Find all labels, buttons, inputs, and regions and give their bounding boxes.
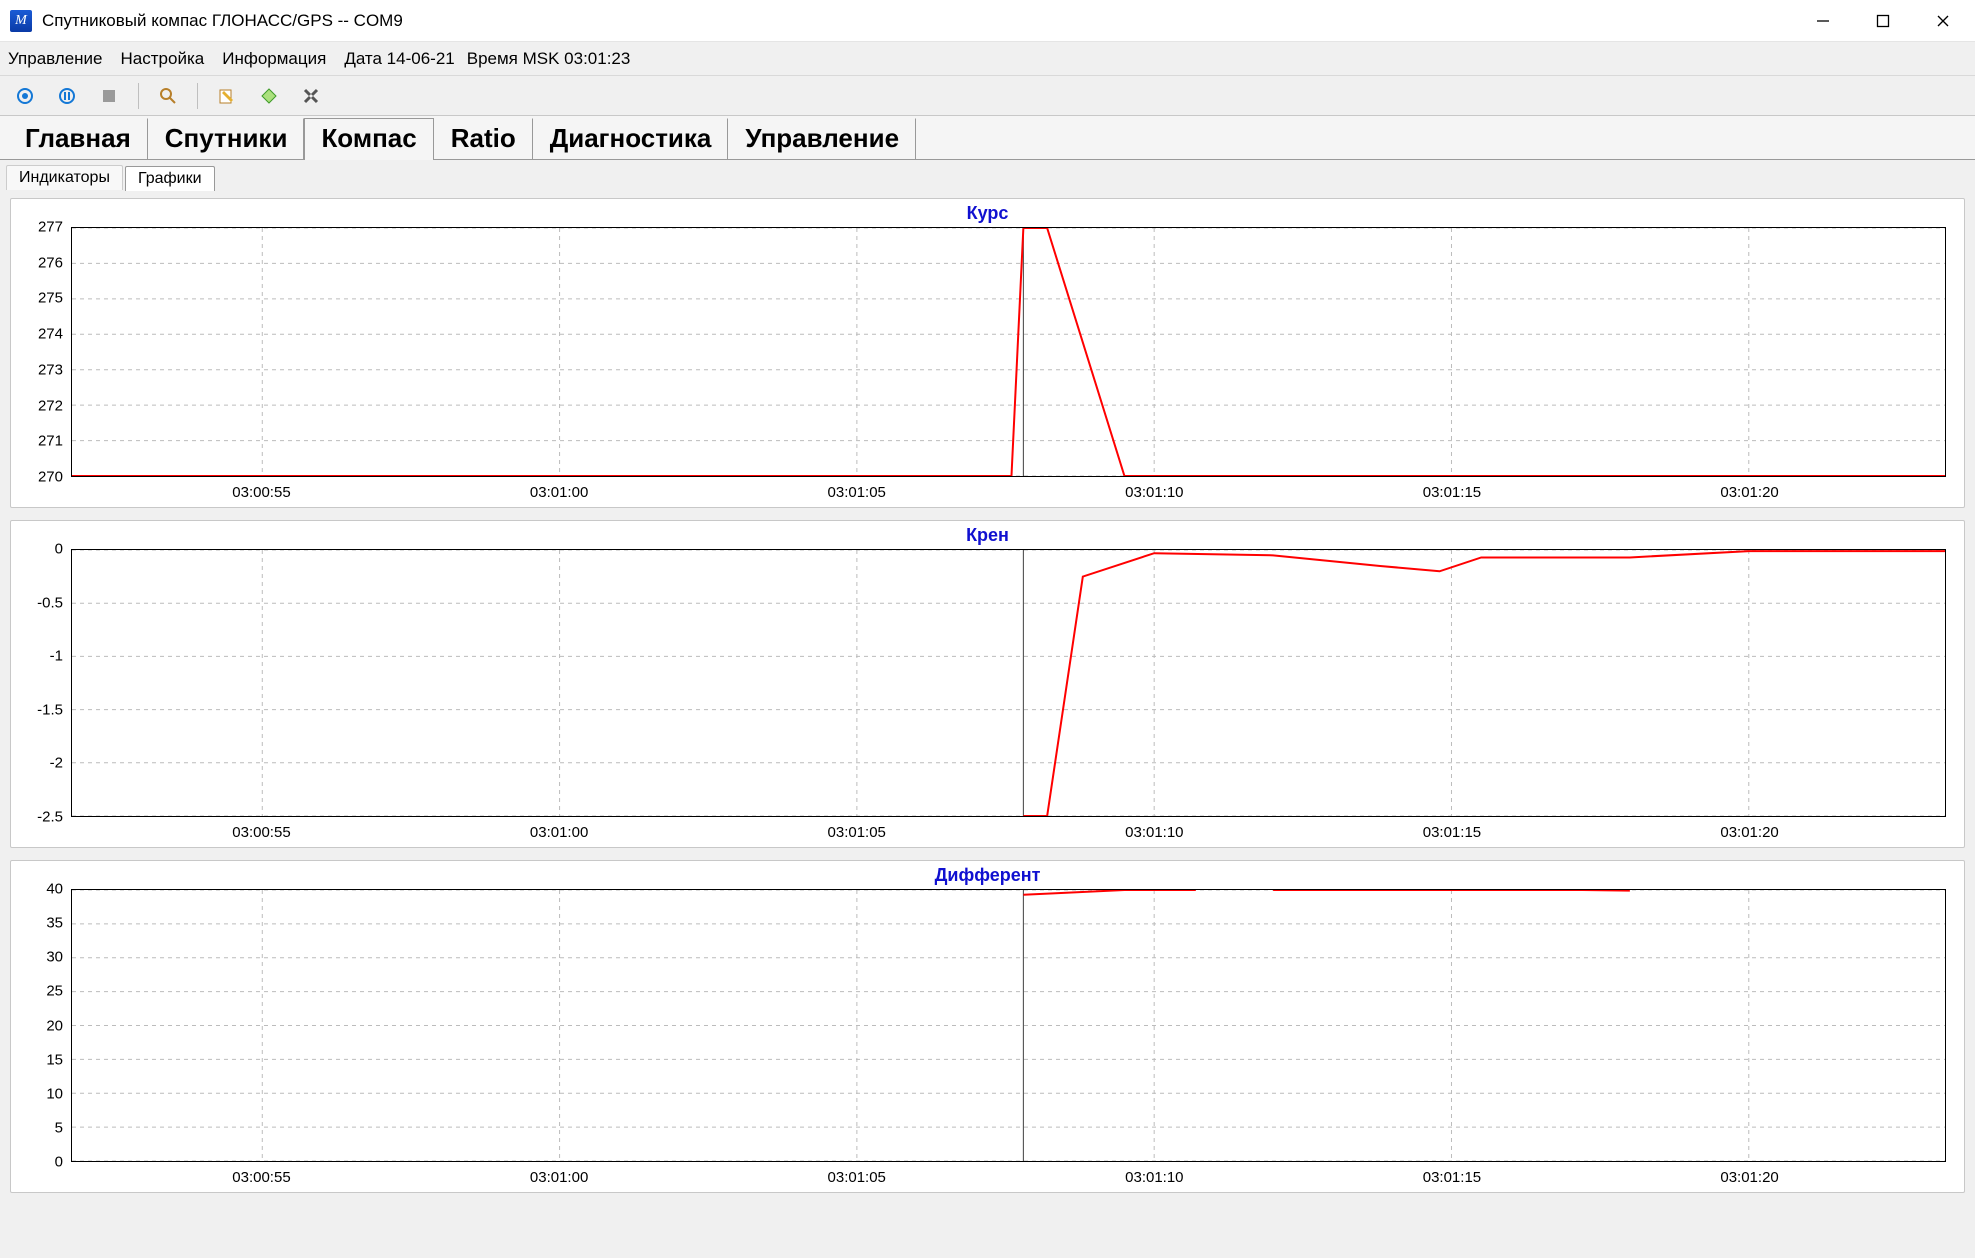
x-tick: 03:01:05 (828, 484, 886, 501)
x-tick: 03:00:55 (232, 484, 290, 501)
x-tick: 03:01:20 (1720, 824, 1778, 841)
menu-item-settings[interactable]: Настройка (121, 49, 205, 69)
chart-panel-2: Дифферент 0 5 10 15 20 25 30 35 40 03:00:55 03:01:0… (10, 860, 1965, 1193)
main-tabs: ГлавнаяСпутникиКомпасRatioДиагностикаУпр… (0, 116, 1975, 160)
main-tab-1[interactable]: Спутники (148, 118, 305, 160)
y-tick: 271 (38, 433, 63, 450)
y-tick: -2 (50, 755, 63, 772)
maximize-button[interactable] (1853, 0, 1913, 42)
y-tick: 270 (38, 469, 63, 486)
menu-item-info[interactable]: Информация (222, 49, 326, 69)
x-tick: 03:01:15 (1423, 1169, 1481, 1186)
minimize-button[interactable] (1793, 0, 1853, 42)
chart-panel-1: Крен-2.5-2-1.5-1-0.5003:00:5503:01:0003:… (10, 520, 1965, 848)
info-button[interactable] (250, 81, 288, 111)
main-tab-5[interactable]: Управление (728, 118, 916, 160)
main-tab-3[interactable]: Ratio (434, 118, 533, 160)
x-tick: 03:01:00 (530, 824, 588, 841)
pause-button[interactable] (48, 81, 86, 111)
x-tick: 03:00:55 (232, 824, 290, 841)
y-tick: 20 (46, 1017, 63, 1034)
main-tab-4[interactable]: Диагностика (533, 118, 729, 160)
x-axis: 03:00:55 03:01:00 03:01:05 03:01:10 03:01:15… (71, 819, 1946, 841)
y-tick: -0.5 (37, 594, 63, 611)
y-tick: 15 (46, 1051, 63, 1068)
x-tick: 03:01:20 (1720, 1169, 1778, 1186)
x-tick: 03:01:05 (828, 824, 886, 841)
y-tick: 0 (55, 541, 63, 558)
plot[interactable] (71, 227, 1946, 477)
plot-area[interactable]: 051015202530354003:00:5503:01:0003:01:05… (71, 889, 1946, 1186)
menu-item-manage[interactable]: Управление (8, 49, 103, 69)
menubar: Управление Настройка Информация Дата 14-… (0, 42, 1975, 76)
y-tick: 275 (38, 290, 63, 307)
plot-area[interactable]: -2.5-2-1.5-1-0.5003:00:5503:01:0003:01:0… (71, 549, 1946, 841)
y-tick: 273 (38, 361, 63, 378)
chart-title: Дифферент (19, 865, 1956, 889)
y-tick: 40 (46, 881, 63, 898)
menu-date: Дата 14-06-21 (344, 49, 454, 69)
x-tick: 03:01:05 (828, 1169, 886, 1186)
sub-tab-1[interactable]: Графики (125, 166, 215, 191)
chart-title: Крен (19, 525, 1956, 549)
titlebar: Спутниковый компас ГЛОНАСС/GPS -- COM9 (0, 0, 1975, 42)
edit-button[interactable] (208, 81, 246, 111)
y-tick: -1 (50, 648, 63, 665)
y-tick: 5 (55, 1119, 63, 1136)
y-tick: 10 (46, 1085, 63, 1102)
x-axis: 03:00:55 03:01:00 03:01:05 03:01:10 03:01:15… (71, 1164, 1946, 1186)
x-tick: 03:01:10 (1125, 824, 1183, 841)
x-tick: 03:01:15 (1423, 824, 1481, 841)
y-tick: 30 (46, 949, 63, 966)
x-tick: 03:01:15 (1423, 484, 1481, 501)
sub-tab-0[interactable]: Индикаторы (6, 165, 123, 190)
charts-area: Курс27027127227327427527627703:00:5503:0… (0, 190, 1975, 1258)
sub-tabs: ИндикаторыГрафики (0, 160, 1975, 190)
x-axis: 03:00:55 03:01:00 03:01:05 03:01:10 03:01:15… (71, 479, 1946, 501)
x-tick: 03:01:10 (1125, 484, 1183, 501)
y-tick: 272 (38, 397, 63, 414)
window-title: Спутниковый компас ГЛОНАСС/GPS -- COM9 (42, 11, 1793, 31)
plot[interactable] (71, 549, 1946, 817)
toolbar-separator (197, 83, 198, 109)
plot-area[interactable]: 27027127227327427527627703:00:5503:01:00… (71, 227, 1946, 501)
chart-panel-0: Курс27027127227327427527627703:00:5503:0… (10, 198, 1965, 508)
y-tick: 35 (46, 915, 63, 932)
stop-button[interactable] (90, 81, 128, 111)
y-axis: 0510152025303540 (25, 889, 65, 1162)
close-button[interactable] (1913, 0, 1973, 42)
x-tick: 03:01:20 (1720, 484, 1778, 501)
plot[interactable] (71, 889, 1946, 1162)
zoom-button[interactable] (149, 81, 187, 111)
menu-time: Время MSK 03:01:23 (467, 49, 631, 69)
y-axis: 270271272273274275276277 (25, 227, 65, 477)
app-icon (10, 10, 32, 32)
x-tick: 03:00:55 (232, 1169, 290, 1186)
y-tick: 0 (55, 1154, 63, 1171)
y-tick: 274 (38, 326, 63, 343)
main-tab-0[interactable]: Главная (8, 118, 148, 160)
y-tick: 25 (46, 983, 63, 1000)
y-tick: -1.5 (37, 701, 63, 718)
toolbar (0, 76, 1975, 116)
y-tick: 277 (38, 219, 63, 236)
chart-title: Курс (19, 203, 1956, 227)
tools-button[interactable] (292, 81, 330, 111)
play-button[interactable] (6, 81, 44, 111)
toolbar-separator (138, 83, 139, 109)
y-tick: 276 (38, 254, 63, 271)
main-tab-2[interactable]: Компас (304, 118, 433, 160)
y-axis: -2.5-2-1.5-1-0.50 (25, 549, 65, 817)
x-tick: 03:01:00 (530, 1169, 588, 1186)
y-tick: -2.5 (37, 809, 63, 826)
x-tick: 03:01:10 (1125, 1169, 1183, 1186)
x-tick: 03:01:00 (530, 484, 588, 501)
